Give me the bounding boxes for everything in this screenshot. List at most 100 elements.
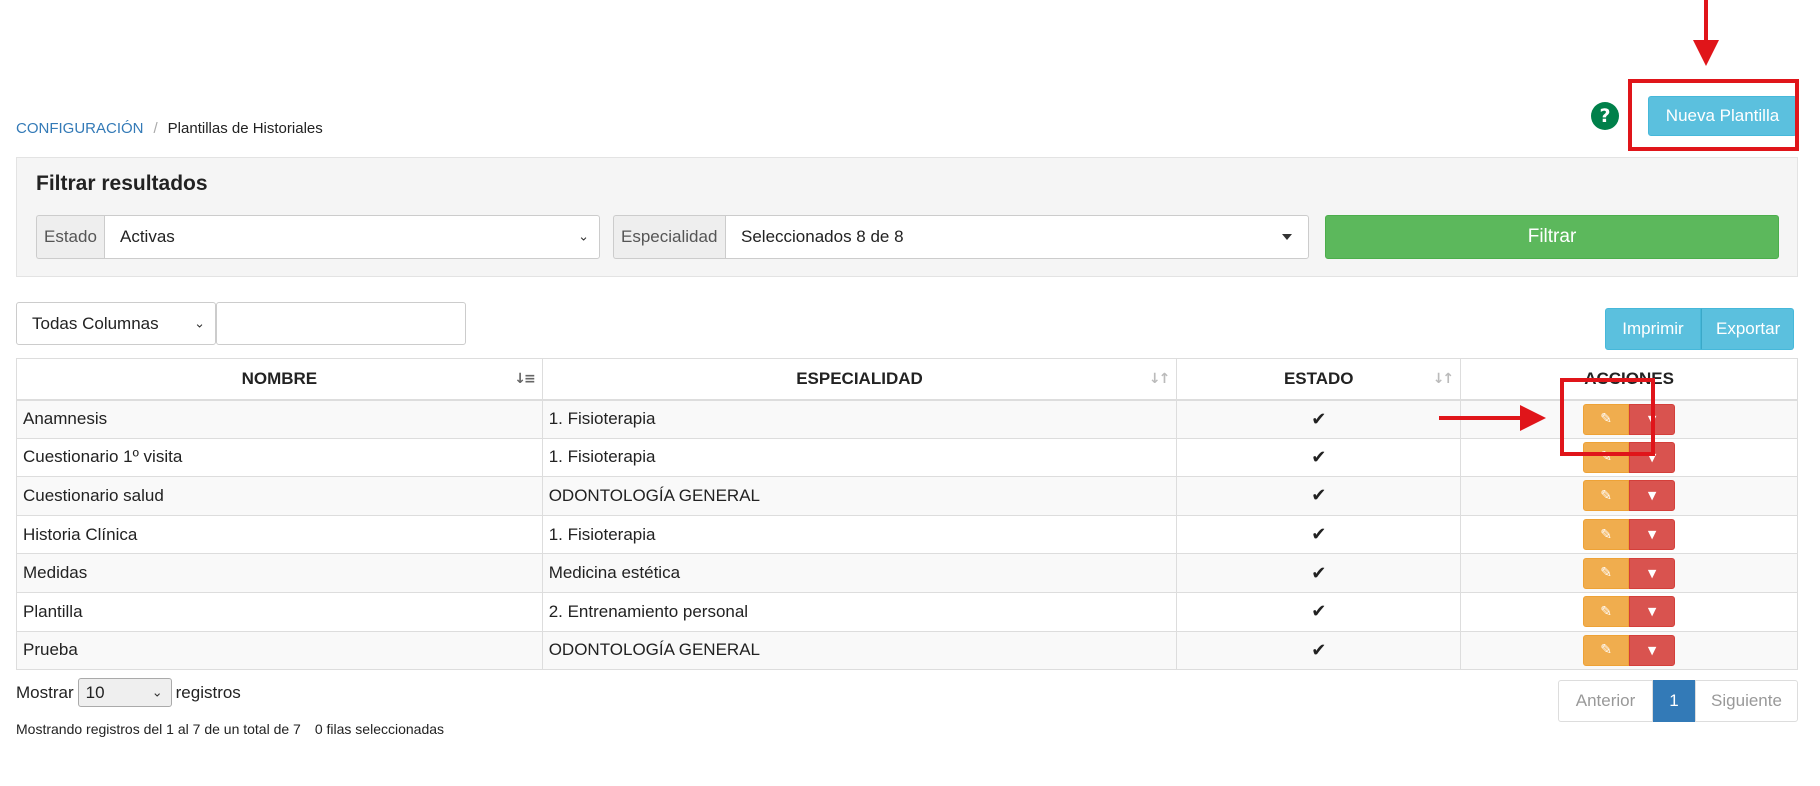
especialidad-filter: Especialidad Seleccionados 8 de 8: [613, 215, 1309, 259]
help-icon[interactable]: ?: [1591, 102, 1619, 130]
column-select-value: Todas Columnas: [32, 313, 159, 333]
pencil-icon: ✎: [1600, 449, 1612, 466]
annotation-arrow-down: [1693, 0, 1719, 66]
cell-nombre: Medidas: [16, 553, 543, 593]
chevron-down-icon: ⌄: [578, 229, 589, 245]
estado-label: Estado: [36, 215, 104, 259]
selected-info: 0 filas seleccionadas: [314, 721, 445, 737]
estado-value: Activas: [120, 227, 175, 246]
chevron-down-icon: ▼: [1647, 605, 1657, 619]
cell-especialidad: 1. Fisioterapia: [541, 514, 1178, 555]
cell-especialidad: ODONTOLOGÍA GENERAL: [541, 630, 1178, 671]
row-dropdown-button[interactable]: ▼: [1629, 634, 1676, 666]
especialidad-value: Seleccionados 8 de 8: [741, 227, 904, 246]
row-actions: ✎ ▼: [1583, 596, 1676, 628]
cell-nombre: Historia Clínica: [16, 514, 543, 555]
chevron-down-icon: ▼: [1647, 450, 1657, 464]
edit-button[interactable]: ✎: [1583, 403, 1630, 435]
new-template-button[interactable]: Nueva Plantilla: [1648, 96, 1797, 136]
print-button[interactable]: Imprimir: [1605, 308, 1701, 350]
edit-button[interactable]: ✎: [1583, 441, 1630, 473]
check-icon: ✔: [1176, 630, 1462, 671]
row-actions: ✎ ▼: [1583, 441, 1676, 473]
cell-acciones: ✎ ▼: [1460, 437, 1798, 478]
pagination-next[interactable]: Siguiente: [1695, 680, 1798, 722]
check-icon: ✔: [1176, 553, 1462, 593]
pencil-icon: ✎: [1600, 526, 1612, 543]
records-label: registros: [175, 682, 241, 702]
estado-select[interactable]: Activas ⌄: [104, 215, 600, 259]
cell-especialidad: ODONTOLOGÍA GENERAL: [541, 476, 1178, 516]
row-actions: ✎ ▼: [1583, 403, 1676, 435]
chevron-down-icon: ⌄: [151, 685, 163, 700]
pagination-page[interactable]: 1: [1653, 680, 1695, 722]
row-actions: ✎ ▼: [1583, 519, 1676, 551]
table-row: Historia Clínica 1. Fisioterapia ✔ ✎ ▼: [16, 514, 1798, 555]
table-info: Mostrando registros del 1 al 7 de un tot…: [16, 721, 444, 737]
row-dropdown-button[interactable]: ▼: [1629, 441, 1676, 473]
show-label: Mostrar: [16, 682, 74, 702]
page-length-select[interactable]: 10 ⌄: [77, 678, 172, 707]
table-row: Cuestionario salud ODONTOLOGÍA GENERAL ✔ ✎ ▼: [16, 476, 1798, 516]
filter-button[interactable]: Filtrar: [1325, 215, 1779, 259]
especialidad-select[interactable]: Seleccionados 8 de 8: [725, 215, 1309, 259]
export-button[interactable]: Exportar: [1701, 308, 1794, 350]
sort-asc-icon: ↓≡: [514, 370, 536, 387]
sort-icon: ↓↑: [1148, 370, 1171, 387]
filter-title: Filtrar resultados: [36, 172, 208, 195]
row-dropdown-button[interactable]: ▼: [1629, 480, 1676, 512]
edit-button[interactable]: ✎: [1583, 557, 1630, 589]
cell-nombre: Prueba: [16, 630, 543, 671]
cell-acciones: ✎ ▼: [1460, 399, 1798, 439]
cell-especialidad: 2. Entrenamiento personal: [541, 591, 1178, 632]
header-estado[interactable]: ESTADO ↓↑: [1176, 358, 1462, 401]
edit-button[interactable]: ✎: [1583, 480, 1630, 512]
pagination-prev[interactable]: Anterior: [1558, 680, 1653, 722]
cell-nombre: Anamnesis: [16, 399, 543, 439]
especialidad-label: Especialidad: [613, 215, 725, 259]
row-dropdown-button[interactable]: ▼: [1629, 596, 1676, 628]
breadcrumb: CONFIGURACIÓN / Plantillas de Historiale…: [16, 120, 323, 137]
header-nombre[interactable]: NOMBRE ↓≡: [16, 358, 543, 401]
row-actions: ✎ ▼: [1583, 557, 1676, 589]
search-input[interactable]: [216, 302, 466, 345]
column-select[interactable]: Todas Columnas ⌄: [16, 302, 216, 345]
cell-acciones: ✎ ▼: [1460, 630, 1798, 671]
pagination: Anterior 1 Siguiente: [1558, 680, 1798, 722]
row-dropdown-button[interactable]: ▼: [1629, 519, 1676, 551]
edit-button[interactable]: ✎: [1583, 634, 1630, 666]
edit-button[interactable]: ✎: [1583, 519, 1630, 551]
cell-especialidad: 1. Fisioterapia: [541, 437, 1178, 478]
check-icon: ✔: [1176, 591, 1462, 632]
cell-especialidad: 1. Fisioterapia: [541, 399, 1178, 439]
pencil-icon: ✎: [1600, 642, 1612, 659]
table-row: Cuestionario 1º visita 1. Fisioterapia ✔ ✎ ▼: [16, 437, 1798, 478]
row-dropdown-button[interactable]: ▼: [1629, 557, 1676, 589]
edit-button[interactable]: ✎: [1583, 596, 1630, 628]
cell-nombre: Cuestionario 1º visita: [16, 437, 543, 478]
chevron-down-icon: ▼: [1647, 489, 1657, 503]
cell-nombre: Cuestionario salud: [16, 476, 543, 516]
table-row: Anamnesis 1. Fisioterapia ✔ ✎ ▼: [16, 399, 1798, 439]
records-info: Mostrando registros del 1 al 7 de un tot…: [16, 721, 301, 737]
page-length-value: 10: [85, 682, 105, 702]
export-button-group: Imprimir Exportar: [1605, 308, 1794, 350]
chevron-down-icon: ▼: [1647, 528, 1657, 542]
pencil-icon: ✎: [1600, 487, 1612, 504]
row-dropdown-button[interactable]: ▼: [1629, 403, 1676, 435]
estado-filter: Estado Activas ⌄: [36, 215, 600, 259]
header-acciones: ACCIONES: [1460, 358, 1798, 401]
pencil-icon: ✎: [1600, 565, 1612, 582]
cell-acciones: ✎ ▼: [1460, 553, 1798, 593]
header-especialidad[interactable]: ESPECIALIDAD ↓↑: [541, 358, 1178, 401]
breadcrumb-root[interactable]: CONFIGURACIÓN: [16, 120, 144, 137]
row-actions: ✎ ▼: [1583, 480, 1676, 512]
chevron-down-icon: ▼: [1647, 643, 1657, 657]
check-icon: ✔: [1176, 476, 1462, 516]
cell-nombre: Plantilla: [16, 591, 543, 632]
check-icon: ✔: [1176, 437, 1462, 478]
table-row: Medidas Medicina estética ✔ ✎ ▼: [16, 553, 1798, 593]
filter-panel: Filtrar resultados Estado Activas ⌄ Espe…: [16, 157, 1798, 277]
check-icon: ✔: [1176, 514, 1462, 555]
table-row: Plantilla 2. Entrenamiento personal ✔ ✎ ▼: [16, 591, 1798, 632]
